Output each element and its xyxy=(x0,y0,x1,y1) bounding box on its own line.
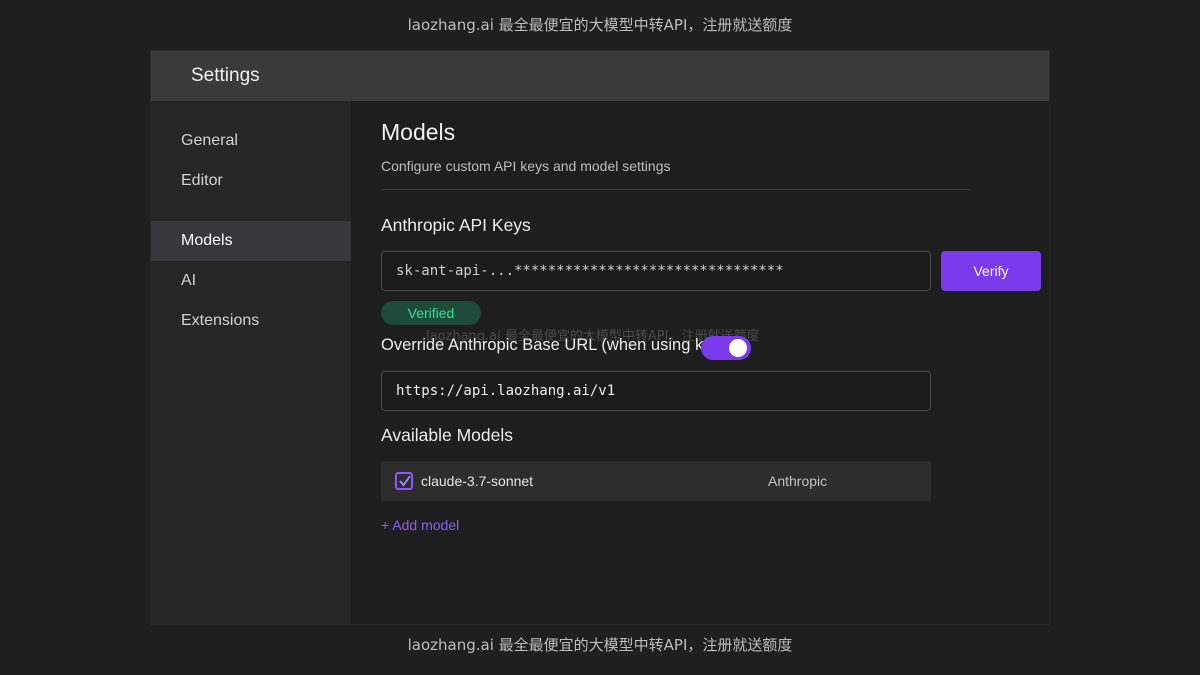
watermark-banner-bottom: laozhang.ai 最全最便宜的大模型中转API，注册就送额度 xyxy=(407,636,793,654)
window-title: Settings xyxy=(191,65,260,86)
sidebar-item-general[interactable]: General xyxy=(151,121,351,161)
sidebar-item-ai[interactable]: AI xyxy=(151,261,351,301)
watermark-banner-top: laozhang.ai 最全最便宜的大模型中转API，注册就送额度 xyxy=(407,16,793,34)
model-checkbox[interactable] xyxy=(395,472,413,490)
settings-sidebar: General Editor Models AI Extensions xyxy=(151,101,351,624)
model-name: claude-3.7-sonnet xyxy=(421,473,534,489)
sidebar-item-models[interactable]: Models xyxy=(151,221,351,261)
available-models-heading: Available Models xyxy=(381,425,513,445)
add-model-link[interactable]: + Add model xyxy=(381,517,459,533)
base-url-label: Override Anthropic Base URL (when using … xyxy=(381,336,713,354)
model-row[interactable]: claude-3.7-sonnet Anthropic xyxy=(381,461,931,501)
settings-window: Settings General Editor Models AI Extens… xyxy=(150,50,1050,625)
checkmark-icon xyxy=(399,475,411,487)
base-url-toggle[interactable] xyxy=(701,336,751,360)
verified-status-badge: Verified xyxy=(381,301,481,325)
page-title: Models xyxy=(381,119,456,145)
page-subtitle: Configure custom API keys and model sett… xyxy=(381,158,671,174)
base-url-input[interactable]: https://api.laozhang.ai/v1 xyxy=(381,371,931,411)
sidebar-item-extensions[interactable]: Extensions xyxy=(151,301,351,341)
api-key-input[interactable]: sk-ant-api-...**************************… xyxy=(381,251,931,291)
model-provider: Anthropic xyxy=(768,473,828,489)
api-keys-heading: Anthropic API Keys xyxy=(381,215,531,235)
section-divider xyxy=(381,189,971,190)
toggle-knob xyxy=(729,339,747,357)
verify-button[interactable]: Verify xyxy=(941,251,1041,291)
title-bar: Settings xyxy=(151,51,1049,101)
models-panel: Models Configure custom API keys and mod… xyxy=(351,101,1049,624)
sidebar-item-editor[interactable]: Editor xyxy=(151,161,351,201)
